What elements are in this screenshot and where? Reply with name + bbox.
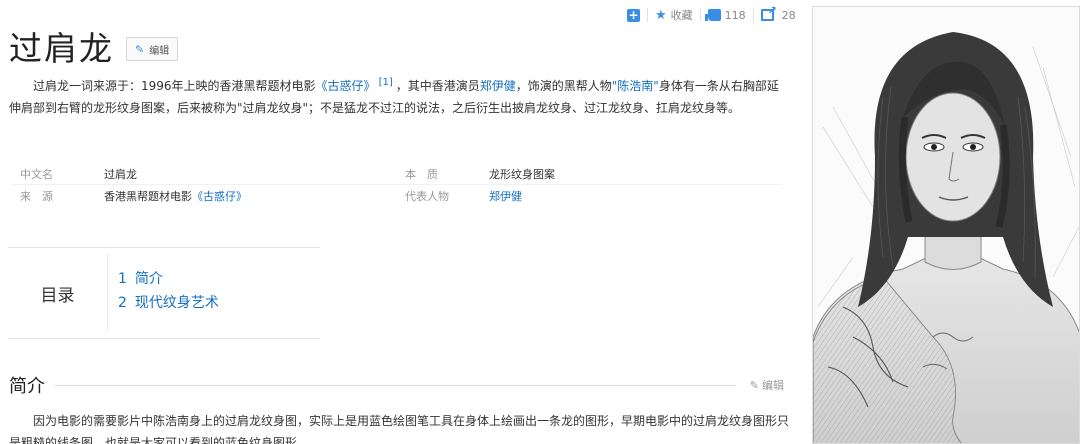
info-label: 来 源 xyxy=(20,190,53,203)
toc-number: 2 xyxy=(118,295,127,311)
infobox: 中文名 过肩龙 本 质 龙形纹身图案 来 源 香港黑帮题材电影《古惑仔》 代表人… xyxy=(12,163,782,207)
thumbs-up-icon xyxy=(704,9,721,21)
role-link[interactable]: "陈浩南" xyxy=(612,79,659,93)
intro-paragraph: 过肩龙一词来源于：1996年上映的香港黑帮题材电影《古惑仔》 [1] ，其中香港演员… xyxy=(9,72,789,119)
info-label: 本 质 xyxy=(405,167,438,181)
film-link[interactable]: 《古惑仔》 xyxy=(192,190,247,203)
share-button[interactable]: 28 xyxy=(754,4,803,22)
summary-image[interactable] xyxy=(812,6,1080,444)
share-count: 28 xyxy=(781,8,796,22)
info-value-text: 香港黑帮题材电影 xyxy=(104,190,192,203)
reference-link[interactable]: [1] xyxy=(379,77,393,88)
favorite-label: 收藏 xyxy=(670,9,693,22)
title-row: 过肩龙 ✎ 编辑 xyxy=(9,22,179,70)
info-value: 郑伊健 xyxy=(489,188,782,204)
edit-button[interactable]: ✎ 编辑 xyxy=(126,37,179,61)
toc-item-modern-tattoo[interactable]: 2 现代纹身艺术 xyxy=(118,291,219,315)
table-of-contents: 目录 1 简介 2 现代纹身艺术 xyxy=(8,247,320,339)
actor-link[interactable]: 郑伊健 xyxy=(480,79,516,93)
action-toolbar: + ★ 收藏 118 28 xyxy=(620,4,803,24)
plus-square-icon: + xyxy=(627,8,640,22)
section-divider xyxy=(55,384,736,386)
pencil-icon: ✎ xyxy=(135,42,145,56)
intro-text: ，其中香港演员 xyxy=(395,79,480,93)
section-header: 简介 ✎ 编辑 xyxy=(9,374,784,397)
section-title: 简介 xyxy=(9,376,45,397)
add-button[interactable]: + xyxy=(620,8,648,22)
toc-label: 现代纹身艺术 xyxy=(134,295,219,311)
pencil-icon: ✎ xyxy=(749,378,759,392)
info-value: 龙形纹身图案 xyxy=(489,167,555,181)
section-edit-button[interactable]: ✎ 编辑 xyxy=(750,377,784,393)
info-value: 香港黑帮题材电影《古惑仔》 xyxy=(104,188,397,204)
info-row: 中文名 过肩龙 本 质 龙形纹身图案 xyxy=(12,163,782,185)
film-link[interactable]: 《古惑仔》 xyxy=(316,79,376,93)
section-body: 因为电影的需要影片中陈浩南身上的过肩龙纹身图，实际上是用蓝色绘图笔工具在身体上绘… xyxy=(9,414,790,444)
toc-title: 目录 xyxy=(8,254,108,332)
portrait-sketch xyxy=(813,7,1079,443)
actor-link[interactable]: 郑伊健 xyxy=(489,190,522,203)
info-label: 代表人物 xyxy=(405,190,449,203)
intro-text: ，饰演的黑帮人物 xyxy=(515,79,612,93)
star-icon: ★ xyxy=(655,7,667,23)
info-value: 过肩龙 xyxy=(104,167,137,181)
info-row: 来 源 香港黑帮题材电影《古惑仔》 代表人物 郑伊健 xyxy=(12,185,782,207)
section-edit-label: 编辑 xyxy=(762,379,784,392)
favorite-button[interactable]: ★ 收藏 xyxy=(648,7,701,23)
intro-text: 过肩龙一词来源于：1996年上映的香港黑帮题材电影 xyxy=(33,79,316,93)
like-button[interactable]: 118 xyxy=(701,8,754,22)
toc-label: 简介 xyxy=(134,271,163,287)
toc-number: 1 xyxy=(118,271,127,287)
info-label: 中文名 xyxy=(20,167,53,181)
share-icon xyxy=(760,4,777,21)
toc-list: 1 简介 2 现代纹身艺术 xyxy=(108,248,219,338)
page-title: 过肩龙 xyxy=(9,29,114,68)
like-count: 118 xyxy=(724,8,746,22)
edit-label: 编辑 xyxy=(149,45,170,57)
toc-item-intro[interactable]: 1 简介 xyxy=(118,267,219,291)
